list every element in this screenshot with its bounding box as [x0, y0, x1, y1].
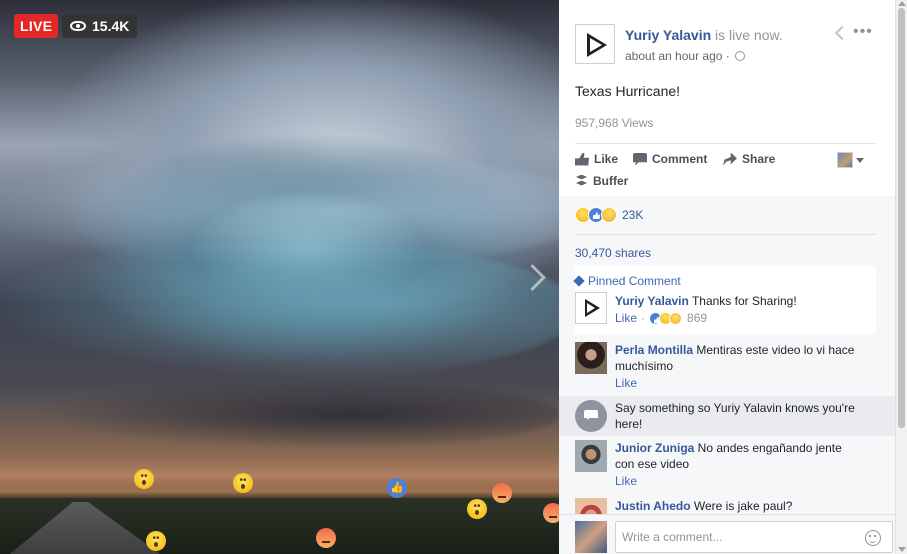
pinned-comment-body: Yuriy Yalavin Thanks for Sharing! — [615, 293, 873, 309]
floating-wow-reaction — [134, 467, 154, 489]
view-count: 957,968 Views — [575, 116, 654, 130]
storm-cloud-band — [0, 240, 559, 380]
post-sidebar: Yuriy Yalavin is live now. about an hour… — [559, 0, 895, 554]
pinned-label-text: Pinned Comment — [588, 274, 681, 288]
more-options-icon[interactable]: ••• — [853, 23, 873, 41]
floating-angry-reaction — [543, 503, 559, 523]
feedback-section: 23K 30,470 shares Pinned Comment Yuriy Y… — [559, 196, 895, 536]
divider — [575, 234, 876, 235]
share-label: Share — [742, 152, 776, 166]
like-button[interactable]: Like — [575, 152, 618, 166]
comment-author-link[interactable]: Perla Montilla — [615, 343, 693, 357]
comment-button[interactable]: Comment — [633, 152, 707, 166]
live-video-player[interactable]: LIVE 15.4K 👍 — [0, 0, 559, 554]
post-timestamp[interactable]: about an hour ago · — [625, 49, 746, 63]
comment-author-link[interactable]: Junior Zuniga — [615, 441, 694, 455]
comment-like-link[interactable]: Like — [615, 474, 637, 488]
prompt-text: Say something so Yuriy Yalavin knows you… — [615, 401, 855, 431]
divider — [575, 143, 876, 144]
reaction-summary[interactable]: 23K — [575, 207, 643, 223]
comment-body: Justin Ahedo Were is jake paul? — [615, 498, 870, 514]
scroll-up-arrow-icon[interactable] — [898, 1, 906, 6]
post-title: Texas Hurricane! — [575, 83, 681, 99]
eye-icon — [70, 21, 86, 31]
timestamp-text[interactable]: about an hour ago — [625, 49, 722, 63]
comment-item: Junior Zuniga No andes engañando jente c… — [575, 440, 876, 490]
comment-body: Junior Zuniga No andes engañando jente c… — [615, 440, 860, 472]
share-button[interactable]: Share — [723, 152, 775, 166]
comment-author-link[interactable]: Yuriy Yalavin — [615, 294, 689, 308]
comment-author-link[interactable]: Justin Ahedo — [615, 499, 691, 513]
pin-icon — [573, 275, 585, 287]
share-count-link[interactable]: 30,470 shares — [575, 246, 651, 260]
scroll-down-arrow-icon[interactable] — [898, 547, 906, 552]
comment-reactions[interactable] — [649, 311, 683, 325]
globe-icon — [735, 51, 746, 61]
viewer-count-badge: 15.4K — [62, 14, 138, 38]
page-avatar-play-icon[interactable] — [575, 292, 607, 324]
floating-angry-reaction — [316, 528, 336, 548]
buffer-label: Buffer — [593, 174, 629, 188]
floating-wow-reaction — [146, 529, 166, 551]
share-arrow-icon — [723, 152, 737, 166]
buffer-button[interactable]: Buffer — [575, 174, 628, 188]
caret-down-icon — [856, 157, 864, 163]
sad-reaction-icon — [601, 207, 617, 223]
floating-wow-reaction — [467, 497, 487, 519]
comment-composer — [559, 514, 895, 554]
post-header: Yuriy Yalavin is live now. about an hour… — [575, 23, 879, 68]
scrollbar-thumb[interactable] — [898, 8, 905, 428]
comment-icon — [633, 152, 647, 166]
floating-wow-reaction — [233, 471, 253, 493]
pinned-comment: Pinned Comment Yuriy Yalavin Thanks for … — [573, 266, 876, 334]
comment-like-link[interactable]: Like — [615, 376, 637, 390]
avatar — [837, 152, 853, 168]
chevron-left-icon[interactable] — [834, 25, 850, 41]
haha-reaction-icon — [669, 311, 683, 325]
live-status-text: is live now. — [711, 27, 783, 43]
comment-meta: Like — [615, 474, 637, 488]
page-avatar-play-icon[interactable] — [575, 24, 615, 64]
pinned-label: Pinned Comment — [573, 274, 681, 288]
next-video-arrow[interactable] — [521, 262, 545, 298]
speech-bubble-icon — [575, 400, 607, 432]
comment-reaction-count: 869 — [687, 311, 708, 325]
comment-label: Comment — [652, 152, 708, 166]
comment-prompt: Say something so Yuriy Yalavin knows you… — [559, 396, 895, 436]
comment-meta: Like — [615, 376, 637, 390]
pinned-comment-meta: Like · 869 — [615, 311, 707, 325]
floating-like-reaction: 👍 — [387, 478, 407, 498]
viewer-count: 15.4K — [92, 18, 130, 34]
separator: · — [641, 311, 646, 325]
scrollbar[interactable] — [895, 0, 907, 554]
page-name-link[interactable]: Yuriy Yalavin — [625, 27, 711, 43]
post-as-selector[interactable] — [837, 152, 864, 168]
avatar[interactable] — [575, 440, 607, 472]
thumbs-up-icon — [575, 152, 589, 166]
floating-angry-reaction — [492, 483, 512, 503]
avatar[interactable] — [575, 342, 607, 374]
comment-text: Were is jake paul? — [690, 499, 793, 513]
live-badge: LIVE — [14, 14, 59, 38]
comment-text: Thanks for Sharing! — [688, 294, 797, 308]
comment-like-link[interactable]: Like — [615, 311, 637, 325]
buffer-layers-icon — [575, 175, 588, 188]
comment-body: Perla Montilla Mentiras este video lo vi… — [615, 342, 870, 374]
comment-input[interactable] — [615, 521, 893, 553]
like-label: Like — [594, 152, 619, 166]
reaction-count[interactable]: 23K — [622, 208, 643, 222]
poster-line: Yuriy Yalavin is live now. — [625, 27, 783, 43]
avatar — [575, 521, 607, 553]
smiley-icon[interactable] — [865, 530, 881, 546]
storm-cloud-base — [40, 380, 559, 450]
comment-item: Perla Montilla Mentiras este video lo vi… — [575, 342, 876, 392]
